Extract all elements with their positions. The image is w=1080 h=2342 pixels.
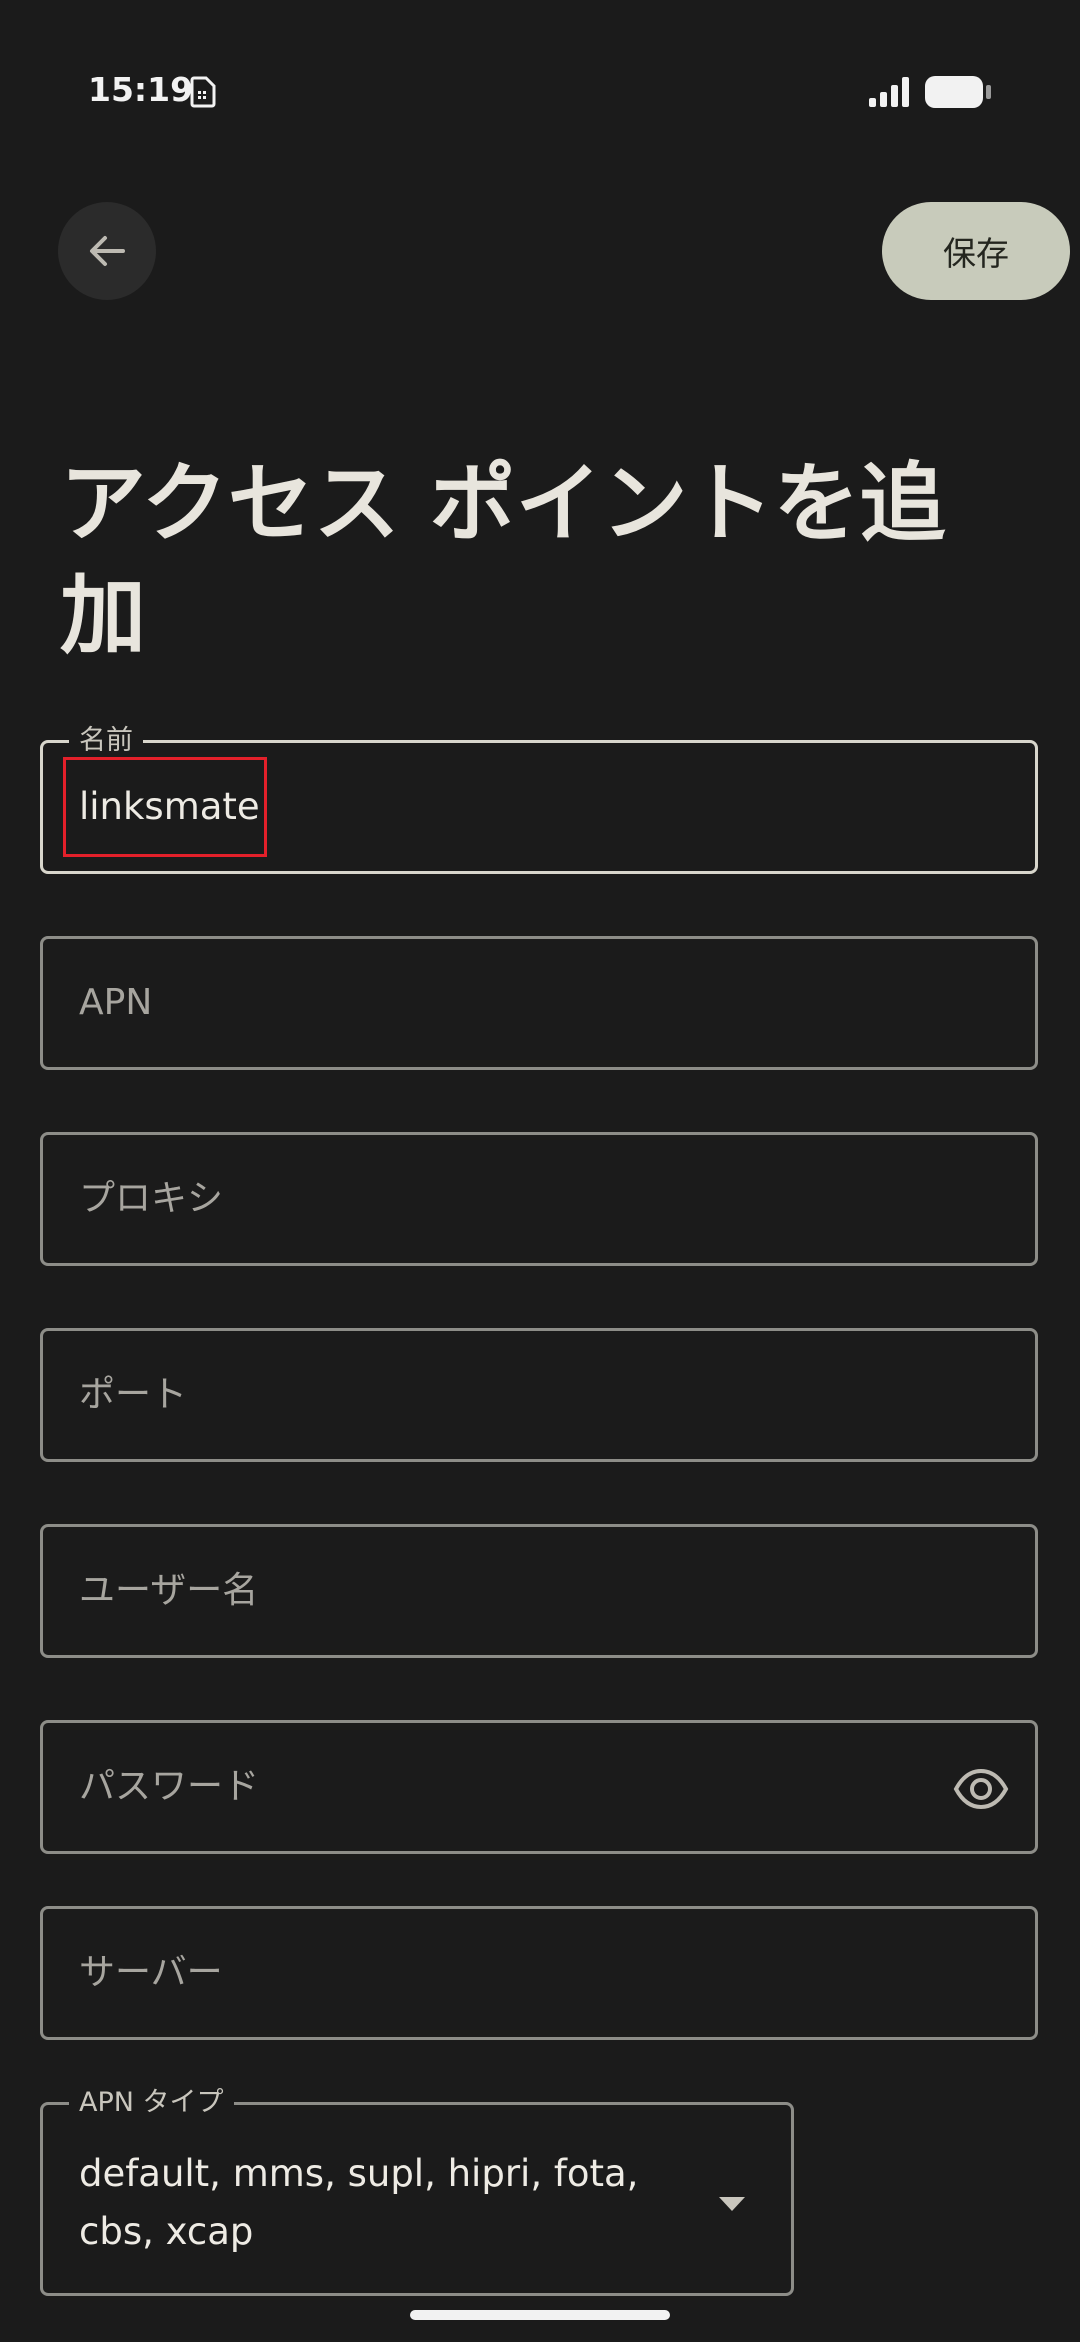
password-field[interactable]: パスワード (40, 1720, 1038, 1854)
port-field-placeholder: ポート (79, 1374, 188, 1415)
server-field-placeholder: サーバー (79, 1952, 223, 1993)
apn-field[interactable]: APN (40, 936, 1038, 1070)
proxy-field-placeholder: プロキシ (79, 1178, 224, 1219)
apn-type-label: APN タイプ (69, 2086, 234, 2120)
save-button[interactable]: 保存 (882, 202, 1070, 300)
username-field[interactable]: ユーザー名 (40, 1524, 1038, 1658)
server-field[interactable]: サーバー (40, 1906, 1038, 2040)
port-field[interactable]: ポート (40, 1328, 1038, 1462)
password-field-placeholder: パスワード (79, 1766, 260, 1807)
home-indicator[interactable] (410, 2310, 670, 2320)
status-time: 15:19 (88, 70, 194, 109)
eye-icon[interactable] (953, 1761, 1009, 1817)
page-title: アクセス ポイントを追加 (60, 454, 946, 666)
name-field-value[interactable]: linksmate (79, 743, 260, 871)
apn-field-placeholder: APN (79, 982, 153, 1023)
dropdown-arrow-icon (719, 2197, 745, 2211)
username-field-placeholder: ユーザー名 (79, 1570, 259, 1611)
arrow-left-icon (90, 236, 125, 266)
status-bar: 15:19 (0, 0, 1080, 180)
sim-card-icon (190, 76, 216, 108)
proxy-field[interactable]: プロキシ (40, 1132, 1038, 1266)
apn-type-dropdown[interactable]: APN タイプ default, mms, supl, hipri, fota,… (40, 2086, 794, 2296)
name-field[interactable]: 名前 linksmate (40, 724, 1038, 874)
battery-full-icon (925, 76, 991, 108)
back-button[interactable] (58, 202, 156, 300)
apn-type-value: default, mms, supl, hipri, fota, cbs, xc… (79, 2152, 639, 2253)
signal-bars-icon (869, 77, 909, 107)
